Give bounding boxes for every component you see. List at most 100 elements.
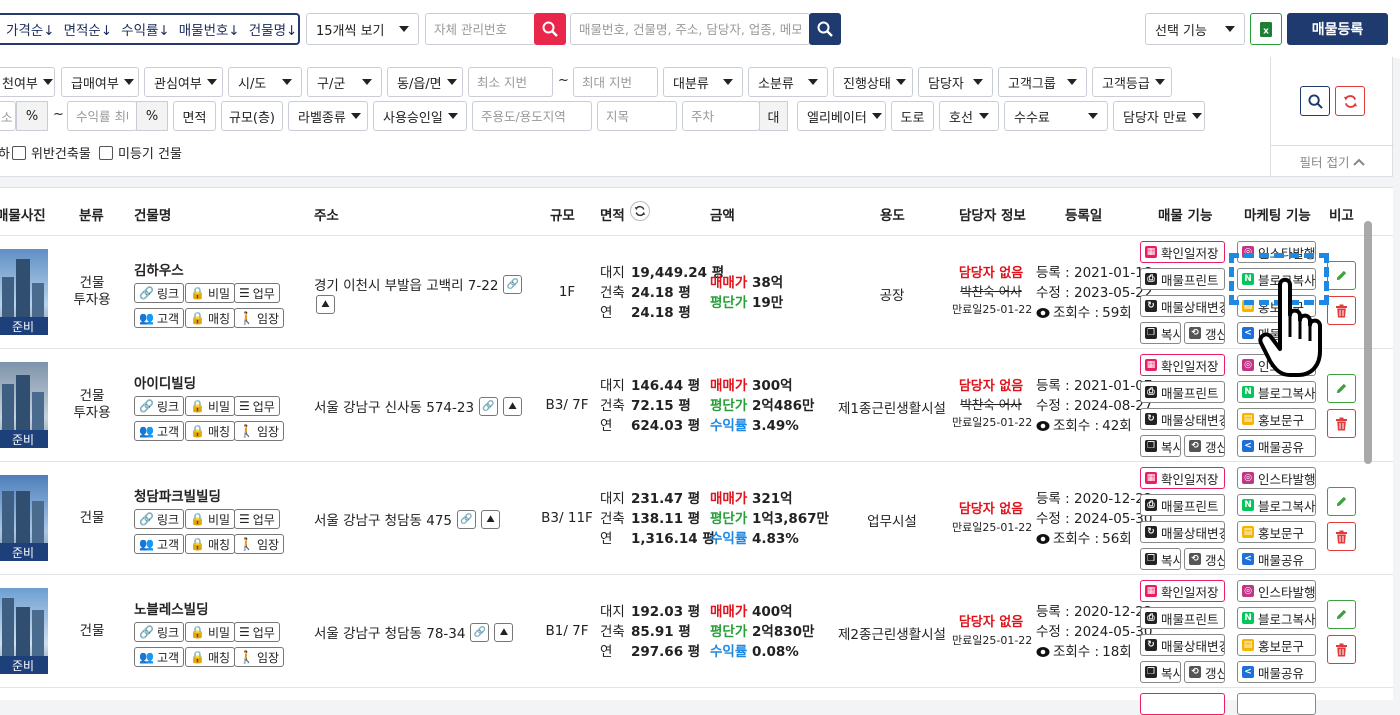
task-chip[interactable]: ☰ 업무 [234, 509, 280, 529]
delete-listing-button[interactable] [1327, 635, 1356, 664]
filter-collapse-button[interactable]: 필터 접기 [1271, 145, 1394, 177]
renew-listing-button[interactable]: ⟲갱신 [1184, 548, 1225, 570]
sort-building-name[interactable]: 건물명↓ [249, 19, 298, 39]
match-chip[interactable]: 🔒 매칭 [185, 421, 236, 441]
select-function-dropdown[interactable]: 선택 기능 [1145, 13, 1245, 45]
instagram-publish-button[interactable]: ◎ 인스타발행 [1237, 580, 1316, 602]
excel-download-button[interactable]: x [1250, 13, 1282, 45]
print-listing-button[interactable]: ⎙ 매물프린트 [1140, 381, 1225, 403]
confirm-date-button[interactable]: ▦ 확인일저장 [1140, 354, 1225, 376]
filter-subway-line[interactable]: 호선 [939, 101, 999, 131]
promo-text-button[interactable]: ▤ 홍보문구 [1237, 521, 1316, 543]
page-size-select[interactable]: 15개씩 보기 [306, 13, 419, 45]
delete-listing-button[interactable] [1327, 296, 1356, 325]
sort-yield[interactable]: 수익률↓ [121, 19, 170, 39]
sort-listing-no[interactable]: 매물번호↓ [179, 19, 240, 39]
copy-listing-button[interactable]: ❐복사 [1140, 322, 1181, 344]
copy-listing-button[interactable]: ❐복사 [1140, 661, 1181, 683]
instagram-publish-button[interactable] [1237, 693, 1316, 715]
confirm-date-button[interactable]: ▦ 확인일저장 [1140, 241, 1225, 263]
self-no-search-button[interactable] [534, 13, 566, 45]
filter-manager[interactable]: 담당자 [918, 67, 993, 97]
link-icon[interactable]: 🔗 [503, 274, 523, 294]
promo-text-button[interactable]: ▤ 홍보문구 [1237, 295, 1316, 317]
share-listing-button[interactable]: < 매물공유 [1237, 661, 1316, 683]
filter-urgent-sale[interactable]: 급매여부 [61, 67, 139, 97]
listing-photo[interactable]: 준비 [0, 475, 48, 561]
filter-approval-date[interactable]: 사용승인일 [373, 101, 467, 131]
client-chip[interactable]: 👥 고객 [134, 308, 185, 328]
register-listing-button[interactable]: 매물등록 [1287, 13, 1388, 45]
confirm-date-button[interactable]: ▦ 확인일저장 [1140, 580, 1225, 602]
building-name[interactable]: 아이디빌딩 [134, 372, 196, 392]
link-chip[interactable]: 🔗 링크 [134, 396, 185, 416]
change-status-button[interactable]: ↻ 매물상태변경 [1140, 295, 1225, 317]
sort-options[interactable]: 가격순↓ 면적순↓ 수익률↓ 매물번호↓ 건물명↓ [0, 13, 300, 45]
filter-elevator[interactable]: 엘리베이터 [797, 101, 886, 131]
scrollbar[interactable] [1364, 221, 1372, 464]
change-status-button[interactable]: ↻ 매물상태변경 [1140, 521, 1225, 543]
share-listing-button[interactable]: < 매물공유 [1237, 322, 1316, 344]
filter-interest[interactable]: 관심여부 [144, 67, 223, 97]
area-filter-button[interactable]: 면적 [173, 101, 216, 131]
print-listing-button[interactable]: ⎙ 매물프린트 [1140, 268, 1225, 290]
checkbox-box[interactable] [12, 145, 26, 160]
sort-price[interactable]: 가격순↓ [6, 19, 55, 39]
print-listing-button[interactable]: ⎙ 매물프린트 [1140, 607, 1225, 629]
filter-select-1[interactable]: 천여부 [0, 67, 55, 97]
filter-fee[interactable]: 수수료 [1004, 101, 1108, 131]
main-search-button[interactable] [809, 13, 841, 45]
task-chip[interactable]: ☰ 업무 [234, 622, 280, 642]
filter-client-group[interactable]: 고객그룹 [998, 67, 1087, 97]
blog-copy-button[interactable]: N 블로그복사 [1237, 494, 1316, 516]
self-no-input[interactable] [425, 13, 536, 45]
filter-progress-status[interactable]: 진행상태 [833, 67, 913, 97]
filter-minor-category[interactable]: 소분류 [748, 67, 828, 97]
edit-listing-button[interactable] [1327, 374, 1356, 403]
confirm-date-button[interactable] [1140, 693, 1225, 715]
tour-chip[interactable]: 🚶 임장 [234, 647, 285, 667]
map-icon[interactable]: ⛰ [494, 622, 514, 642]
filter-province[interactable]: 시/도 [228, 67, 302, 97]
edit-listing-button[interactable] [1327, 261, 1356, 290]
sort-area[interactable]: 면적순↓ [64, 19, 113, 39]
parking-input[interactable] [682, 101, 760, 131]
change-status-button[interactable]: ↻ 매물상태변경 [1140, 634, 1225, 656]
building-name[interactable]: 김하우스 [134, 259, 184, 279]
instagram-publish-button[interactable]: ◎ 인스타발행 [1237, 354, 1316, 376]
filter-search-button[interactable] [1300, 86, 1330, 116]
zoning-input[interactable] [472, 101, 592, 131]
share-listing-button[interactable]: < 매물공유 [1237, 548, 1316, 570]
change-status-button[interactable]: ↻ 매물상태변경 [1140, 408, 1225, 430]
road-filter-button[interactable]: 도로 [891, 101, 934, 131]
blog-copy-button[interactable]: N 블로그복사 [1237, 381, 1316, 403]
building-name[interactable]: 청담파크빌빌딩 [134, 485, 221, 505]
filter-town[interactable]: 동/읍/면 [387, 67, 463, 97]
lot-min-input[interactable] [468, 67, 553, 97]
secret-chip[interactable]: 🔒 비밀 [185, 622, 236, 642]
match-chip[interactable]: 🔒 매칭 [185, 308, 236, 328]
secret-chip[interactable]: 🔒 비밀 [185, 283, 236, 303]
blog-copy-button[interactable]: N 블로그복사 [1237, 607, 1316, 629]
instagram-publish-button[interactable]: ◎ 인스타발행 [1237, 467, 1316, 489]
area-unit-toggle[interactable] [630, 201, 650, 221]
match-chip[interactable]: 🔒 매칭 [185, 534, 236, 554]
link-chip[interactable]: 🔗 링크 [134, 622, 185, 642]
main-search-input[interactable] [570, 13, 810, 45]
promo-text-button[interactable]: ▤ 홍보문구 [1237, 634, 1316, 656]
link-chip[interactable]: 🔗 링크 [134, 509, 185, 529]
filter-manager-expiry[interactable]: 담당자 만료 [1113, 101, 1205, 131]
unregistered-building-checkbox[interactable]: 미등기 건물 [99, 143, 182, 162]
link-icon[interactable]: 🔗 [457, 509, 477, 529]
instagram-publish-button[interactable]: ◎ 인스타발행 [1237, 241, 1316, 263]
task-chip[interactable]: ☰ 업무 [234, 283, 280, 303]
match-chip[interactable]: 🔒 매칭 [185, 647, 236, 667]
edit-listing-button[interactable] [1327, 487, 1356, 516]
renew-listing-button[interactable]: ⟲갱신 [1184, 661, 1225, 683]
filter-district[interactable]: 구/군 [307, 67, 382, 97]
violation-building-checkbox[interactable]: 위반건축물 [12, 143, 91, 162]
building-name[interactable]: 노블레스빌딩 [134, 598, 209, 618]
promo-text-button[interactable]: ▤ 홍보문구 [1237, 408, 1316, 430]
tour-chip[interactable]: 🚶 임장 [234, 421, 285, 441]
link-icon[interactable]: 🔗 [479, 396, 499, 416]
